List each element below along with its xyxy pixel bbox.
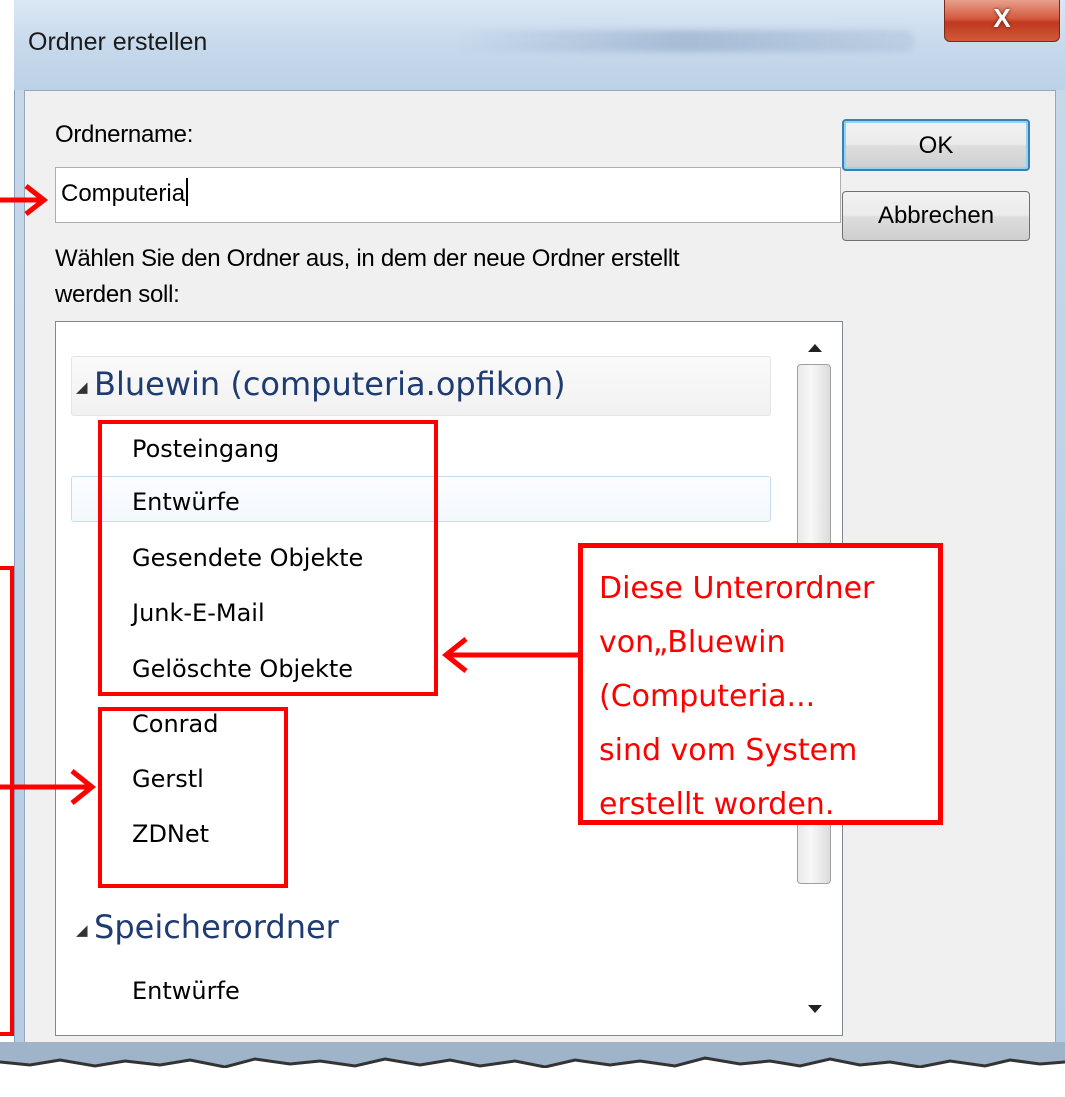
tree-item-gerstl[interactable]: Gerstl	[132, 765, 204, 793]
folder-name-label: Ordnername:	[55, 121, 194, 148]
tree-item-gesendete-objekte[interactable]: Gesendete Objekte	[132, 544, 363, 572]
tree-item-entwuerfe[interactable]: Entwürfe	[132, 488, 240, 516]
expand-triangle-icon[interactable]: ◢	[76, 921, 88, 939]
close-icon: X	[993, 3, 1011, 33]
account-name: Bluewin (computeria.opfikon)	[94, 365, 566, 403]
folder-name-input[interactable]: Computeria	[55, 167, 841, 223]
tree-item-junk-e-mail[interactable]: Junk-E-Mail	[132, 599, 265, 627]
parent-folder-label-line1: Wählen Sie den Ordner aus, in dem der ne…	[55, 245, 680, 272]
scroll-up-icon[interactable]	[808, 344, 822, 352]
tree-item-entwuerfe-local[interactable]: Entwürfe	[132, 977, 240, 1005]
scroll-down-icon[interactable]	[808, 1005, 822, 1013]
cancel-button[interactable]: Abbrechen	[842, 191, 1030, 241]
account-name: Speicherordner	[94, 908, 339, 946]
ok-button[interactable]: OK	[842, 119, 1030, 171]
close-button[interactable]: X	[944, 0, 1060, 42]
annotation-box-left-edge	[0, 566, 14, 1036]
annotation-line: Diese Unterordner	[599, 571, 875, 606]
annotation-line: sind vom System	[599, 733, 858, 768]
torn-edge	[0, 1042, 1065, 1097]
tree-account-speicherordner[interactable]: ◢ Speicherordner	[71, 899, 771, 959]
annotation-line: von„Bluewin	[599, 625, 786, 660]
blurred-title-region	[454, 30, 914, 52]
folder-name-value: Computeria	[61, 180, 186, 207]
text-caret	[186, 178, 189, 206]
annotation-line: erstellt worden.	[599, 787, 835, 822]
tree-account-bluewin[interactable]: ◢ Bluewin (computeria.opfikon)	[71, 356, 771, 416]
annotation-line: (Computeria...	[599, 679, 816, 714]
tree-item-zdnet[interactable]: ZDNet	[132, 820, 209, 848]
window-title: Ordner erstellen	[28, 28, 208, 56]
annotation-note: Diese Unterordner von„Bluewin (Computeri…	[578, 543, 943, 825]
tree-item-posteingang[interactable]: Posteingang	[132, 435, 279, 463]
expand-triangle-icon[interactable]: ◢	[76, 378, 88, 396]
parent-folder-label-line2: werden soll:	[55, 281, 180, 308]
tree-item-geloeschte-objekte[interactable]: Gelöschte Objekte	[132, 655, 353, 683]
tree-item-conrad[interactable]: Conrad	[132, 710, 218, 738]
